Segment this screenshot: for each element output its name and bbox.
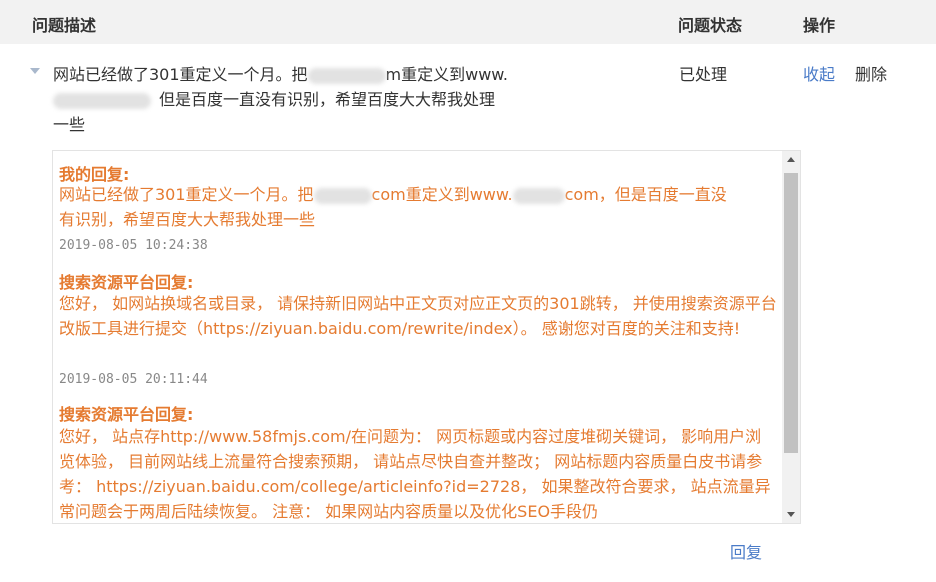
scroll-down-arrow-icon[interactable]: [782, 505, 800, 523]
reply-body-mine: 网站已经做了301重定义一个月。把 com重定义到www. com，但是百度一直没 …: [59, 185, 727, 229]
table-header: 问题描述 问题状态 操作: [0, 0, 936, 44]
collapse-link[interactable]: 收起: [803, 65, 835, 84]
column-header-action: 操作: [803, 16, 836, 35]
issue-description-line-2: 但是百度一直没有识别，希望百度大大帮我处理: [53, 87, 495, 112]
expand-arrow-icon[interactable]: [30, 68, 40, 74]
scrollbar-thumb[interactable]: [784, 173, 798, 453]
reply-time-platform-1: 2019-08-05 20:11:44: [59, 372, 208, 387]
issue-description-line-3: 一些: [53, 115, 86, 134]
issue-description-line-1: 网站已经做了301重定义一个月。把 m重定义到www.: [53, 65, 509, 84]
reply-thread-content: 我的回复: 网站已经做了301重定义一个月。把 com重定义到www. com，但是…: [53, 151, 783, 523]
redacted-domain: [53, 92, 151, 109]
reply-time-mine: 2019-08-05 10:24:38: [59, 238, 208, 253]
reply-title-platform-2: 搜索资源平台回复:: [59, 405, 194, 424]
reply-body-platform-1: 您好， 如网站换域名或目录， 请保持新旧网站中正文页对应正文页的301跳转， 并…: [59, 294, 777, 338]
delete-link[interactable]: 删除: [855, 65, 887, 84]
scroll-up-arrow-icon[interactable]: [782, 151, 800, 169]
reply-scrollbar[interactable]: [782, 151, 800, 523]
issue-status: 已处理: [679, 65, 728, 84]
reply-thread-box[interactable]: 我的回复: 网站已经做了301重定义一个月。把 com重定义到www. com，但是…: [52, 150, 801, 524]
reply-button[interactable]: 回复: [730, 543, 762, 562]
column-header-description: 问题描述: [32, 16, 97, 35]
redacted-domain: [307, 67, 386, 84]
reply-body-platform-2: 您好， 站点存http://www.58fmjs.com/在问题为： 网页标题或…: [59, 427, 771, 521]
redacted-domain: [512, 187, 565, 204]
feedback-page: 问题描述 问题状态 操作 网站已经做了301重定义一个月。把 m重定义到www. …: [0, 0, 936, 582]
column-header-status: 问题状态: [678, 16, 743, 35]
redacted-domain: [313, 187, 372, 204]
reply-title-platform-1: 搜索资源平台回复:: [59, 273, 194, 292]
